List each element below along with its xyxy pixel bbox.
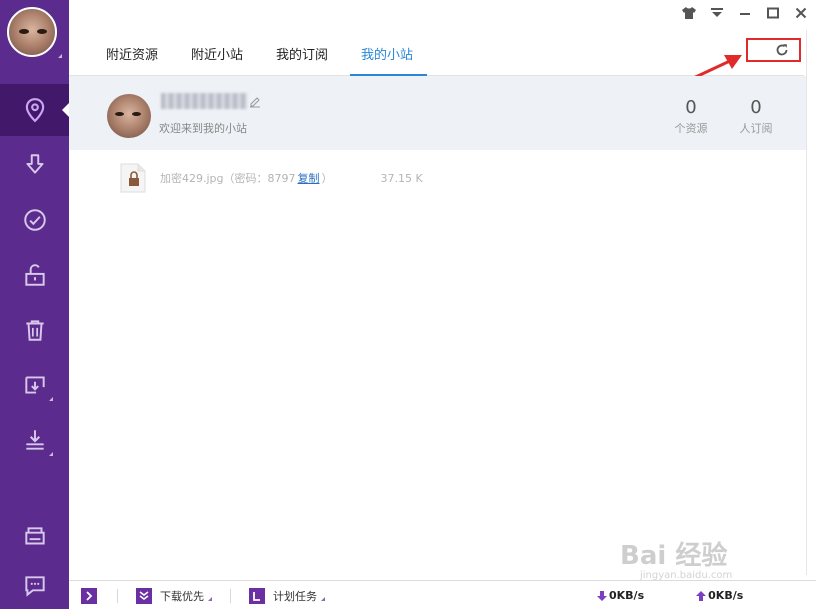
- unlock-icon: [24, 264, 45, 286]
- subscribers-stat: 0 人订阅: [735, 98, 777, 136]
- scrollbar-track[interactable]: [806, 30, 807, 575]
- resources-stat: 0 个资源: [669, 98, 713, 136]
- station-profile: 欢迎来到我的小站 0 个资源 0 人订阅: [69, 76, 806, 150]
- sidebar-item-feedback[interactable]: [0, 560, 69, 612]
- divider: [117, 588, 118, 603]
- resources-count: 0: [685, 97, 697, 118]
- dropdown-caret[interactable]: [208, 596, 212, 601]
- locked-file-icon: [120, 163, 146, 193]
- list-item[interactable]: 加密429.jpg（密码：8797 复制 ） 37.15 K: [120, 163, 423, 193]
- refresh-icon: [776, 44, 788, 56]
- download-priority-label[interactable]: 下载优先: [160, 588, 204, 604]
- file-size: 37.15 K: [380, 171, 423, 185]
- avatar-eye: [37, 29, 47, 34]
- chat-bubble-icon: [24, 576, 45, 597]
- divider: [230, 588, 231, 603]
- subscribers-label: 人订阅: [739, 122, 773, 135]
- trash-icon: [25, 320, 44, 341]
- copy-password-link[interactable]: 复制: [298, 170, 320, 186]
- refresh-button[interactable]: [746, 38, 801, 62]
- submenu-caret: [49, 397, 53, 401]
- sidebar-item-completed[interactable]: [0, 194, 69, 246]
- sidebar-item-trash[interactable]: [0, 304, 69, 356]
- resources-label: 个资源: [674, 122, 708, 135]
- file-name-close: ）: [321, 172, 333, 185]
- tab-my-subscriptions[interactable]: 我的订阅: [276, 44, 328, 63]
- welcome-text: 欢迎来到我的小站: [159, 122, 247, 135]
- location-pin-icon: [25, 98, 44, 123]
- user-avatar[interactable]: [7, 7, 57, 57]
- watermark: Bai 经验: [620, 541, 728, 571]
- tab-my-station[interactable]: 我的小站: [361, 44, 413, 63]
- sidebar-item-print[interactable]: [0, 511, 69, 563]
- chevron-right-icon: [86, 590, 93, 601]
- skin-icon[interactable]: [680, 4, 698, 22]
- upload-speed-value: 0KB/s: [708, 589, 744, 602]
- edit-icon[interactable]: [249, 96, 261, 108]
- download-tray-icon: [25, 430, 44, 450]
- upload-speed: 0KB/s: [696, 589, 743, 602]
- arrow-up-icon: [696, 590, 707, 601]
- window-controls: [680, 4, 810, 22]
- printer-icon: [24, 527, 45, 545]
- avatar-eye: [19, 29, 29, 34]
- sidebar-item-import[interactable]: [0, 359, 69, 411]
- avatar-eye: [115, 112, 124, 116]
- arrow-down-icon: [597, 590, 607, 601]
- submenu-caret: [49, 452, 53, 456]
- station-avatar[interactable]: [107, 94, 151, 138]
- download-box-icon: [24, 376, 45, 394]
- minimize-icon[interactable]: [736, 4, 754, 22]
- tab-nearby-resources[interactable]: 附近资源: [106, 44, 158, 63]
- close-icon[interactable]: [792, 4, 810, 22]
- download-priority-icon[interactable]: [136, 587, 152, 604]
- sidebar-item-downloading[interactable]: [0, 139, 69, 191]
- expand-panel-button[interactable]: [81, 587, 97, 604]
- dropdown-caret[interactable]: [321, 596, 325, 601]
- download-arrow-icon: [25, 154, 44, 174]
- status-bar: 下载优先 计划任务 0KB/s 0KB/s: [69, 580, 816, 610]
- avatar-menu-caret[interactable]: [58, 54, 62, 58]
- download-speed-value: 0KB/s: [609, 589, 645, 602]
- menu-icon[interactable]: [708, 4, 726, 22]
- scheduled-task-icon[interactable]: [249, 587, 265, 604]
- sidebar-item-private[interactable]: [0, 249, 69, 301]
- station-name-blurred: [161, 93, 247, 109]
- sidebar-item-download-to[interactable]: [0, 414, 69, 466]
- download-speed: 0KB/s: [597, 589, 644, 602]
- maximize-icon[interactable]: [764, 4, 782, 22]
- sidebar: [0, 0, 69, 609]
- file-name: 加密429.jpg（密码：8797: [160, 172, 296, 185]
- sidebar-item-nearby[interactable]: [0, 84, 69, 136]
- scheduled-task-label[interactable]: 计划任务: [273, 588, 317, 604]
- tab-nearby-stations[interactable]: 附近小站: [191, 44, 243, 63]
- check-circle-icon: [23, 209, 46, 231]
- subscribers-count: 0: [750, 97, 762, 118]
- avatar-eye: [132, 112, 141, 116]
